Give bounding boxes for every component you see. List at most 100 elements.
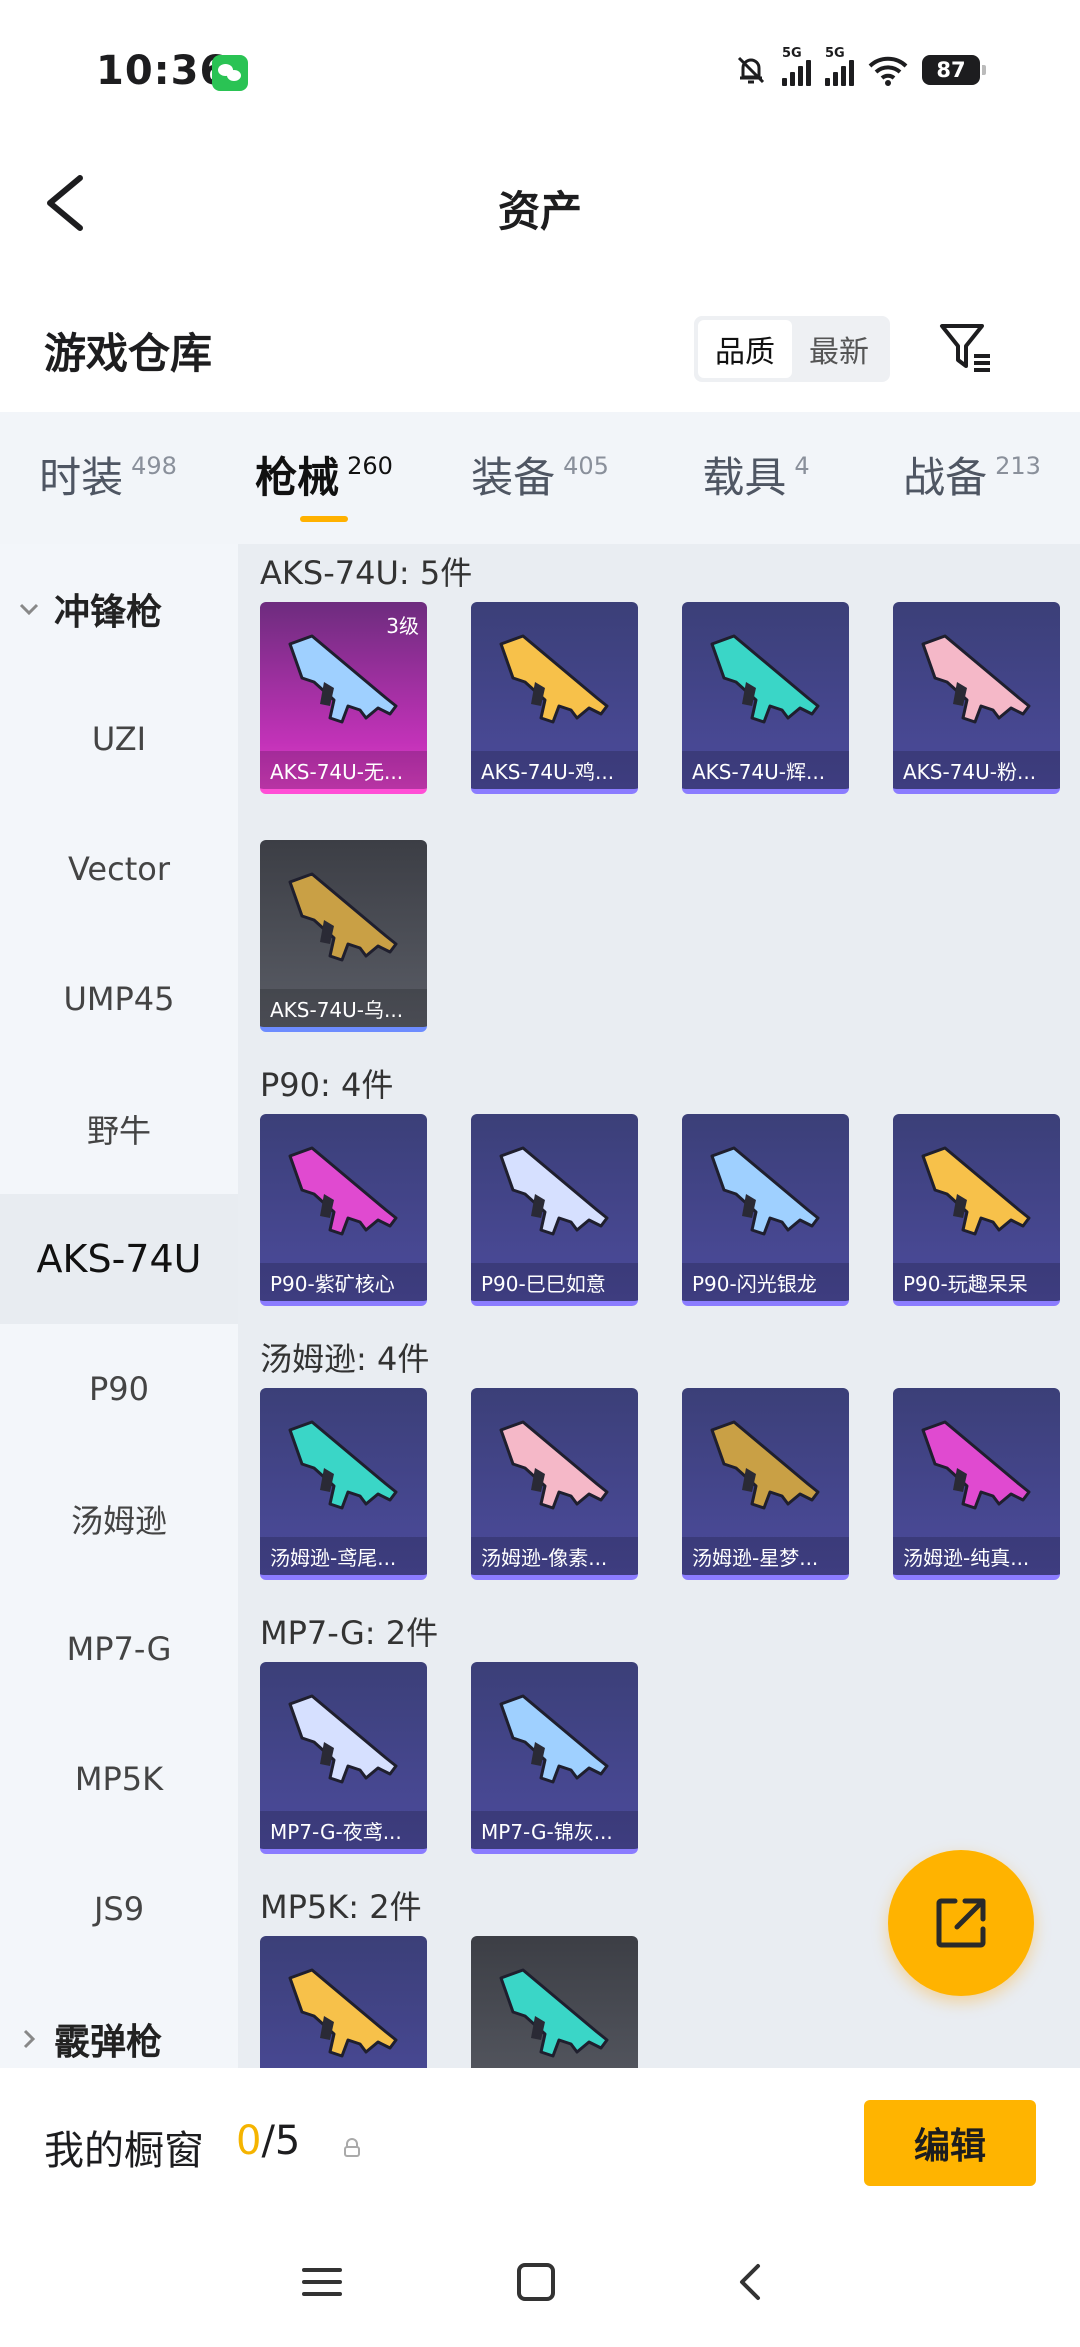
weapon-group-title: 汤姆逊: 4件	[260, 1340, 430, 1378]
showcase-bar: 我的橱窗 0/5 编辑	[0, 2068, 1080, 2218]
tab-label: 载具	[702, 452, 787, 502]
weapon-skin-image	[499, 1420, 609, 1510]
category-tabs: 时装 498 枪械 260 装备 405 载具 4 战备 213	[0, 412, 1080, 544]
weapon-name: AKS-74U-无...	[270, 759, 404, 784]
weapon-card[interactable]: 3级 AKS-74U-无...	[260, 602, 427, 794]
weapon-card[interactable]: 汤姆逊-纯真...	[893, 1388, 1060, 1580]
sidebar-item-p90[interactable]: P90	[0, 1324, 238, 1454]
weapon-card[interactable]: AKS-74U-鸡...	[471, 602, 638, 794]
category-shotgun[interactable]: 霰弹枪	[0, 1974, 238, 2068]
sidebar-item-mp5k[interactable]: MP5K	[0, 1714, 238, 1844]
weapon-card[interactable]: AKS-74U-辉...	[682, 602, 849, 794]
battery-indicator: 87	[922, 55, 986, 85]
weapon-name: AKS-74U-粉...	[903, 759, 1037, 784]
sort-latest-option[interactable]: 最新	[792, 320, 886, 378]
weapon-name: AKS-74U-辉...	[692, 759, 826, 784]
category-smg[interactable]: 冲锋枪	[0, 544, 238, 674]
weapon-name-bar: AKS-74U-粉...	[893, 751, 1060, 789]
system-nav-bar	[0, 2218, 1080, 2347]
weapon-name: MP7-G-夜鸢...	[270, 1819, 402, 1844]
weapon-card[interactable]: P90-巳巳如意	[471, 1114, 638, 1306]
weapon-card[interactable]	[260, 1936, 427, 2068]
weapon-card[interactable]: 汤姆逊-鸢尾...	[260, 1388, 427, 1580]
weapon-skin-image	[288, 872, 398, 962]
weapon-card[interactable]	[471, 1936, 638, 2068]
weapon-name-bar: MP7-G-锦灰...	[471, 1811, 638, 1849]
sidebar-item-js9[interactable]: JS9	[0, 1844, 238, 1974]
tab-vehicles[interactable]: 载具 4	[648, 412, 864, 544]
signal-icon: 5G	[782, 46, 811, 86]
weapon-name-bar: P90-巳巳如意	[471, 1263, 638, 1301]
showcase-title: 我的橱窗	[44, 2128, 204, 2174]
tab-label: 枪械	[255, 452, 340, 502]
weapon-group-grid: 3级 AKS-74U-无... AKS-74U-鸡... AKS-74U-辉... AK…	[238, 602, 1080, 1032]
tab-count: 498	[131, 452, 177, 480]
weapon-skin-image	[710, 1420, 820, 1510]
weapon-card[interactable]: AKS-74U-乌...	[260, 840, 427, 1032]
weapon-skin-image	[288, 1694, 398, 1784]
weapon-name-bar: 汤姆逊-纯真...	[893, 1537, 1060, 1575]
weapon-card[interactable]: P90-闪光银龙	[682, 1114, 849, 1306]
weapon-name-bar: AKS-74U-乌...	[260, 989, 427, 1027]
weapon-card[interactable]: MP7-G-夜鸢...	[260, 1662, 427, 1854]
weapon-skin-image	[921, 1420, 1031, 1510]
sidebar-item-uzi[interactable]: UZI	[0, 674, 238, 804]
back-triangle-icon[interactable]	[728, 2258, 776, 2306]
status-bar: 10:36 5G 5G 87	[0, 0, 1080, 130]
weapon-card[interactable]: P90-紫矿核心	[260, 1114, 427, 1306]
weapon-name-bar: P90-闪光银龙	[682, 1263, 849, 1301]
weapon-card[interactable]: P90-玩趣呆呆	[893, 1114, 1060, 1306]
weapon-name: P90-玩趣呆呆	[903, 1271, 1028, 1296]
sidebar-item-vector[interactable]: Vector	[0, 804, 238, 934]
weapon-name-bar: MP7-G-夜鸢...	[260, 1811, 427, 1849]
tab-guns[interactable]: 枪械 260	[216, 412, 432, 544]
sidebar-item-thompson[interactable]: 汤姆逊	[0, 1454, 238, 1584]
weapon-card[interactable]: MP7-G-锦灰...	[471, 1662, 638, 1854]
weapon-skin-image	[499, 1968, 609, 2058]
weapon-name: P90-闪光银龙	[692, 1271, 817, 1296]
weapon-card[interactable]: AKS-74U-粉...	[893, 602, 1060, 794]
home-square-icon[interactable]	[512, 2258, 560, 2306]
sidebar-item-aks74u[interactable]: AKS-74U	[0, 1194, 238, 1324]
sort-toggle: 品质 最新	[694, 316, 890, 382]
weapon-skin-image	[288, 1146, 398, 1236]
weapon-grid: AKS-74U: 5件 3级 AKS-74U-无... AKS-74U-鸡... AKS…	[238, 544, 1080, 2068]
category-label: 霰弹枪	[54, 2022, 163, 2063]
muted-bell-icon	[737, 56, 765, 84]
network-tag: 5G	[782, 46, 802, 61]
weapon-skin-image	[921, 634, 1031, 724]
sort-quality-option[interactable]: 品质	[698, 320, 792, 378]
tab-fashion[interactable]: 时装 498	[0, 412, 216, 544]
weapon-skin-image	[288, 1968, 398, 2058]
tab-label: 时装	[39, 452, 124, 502]
sidebar-item-ump45[interactable]: UMP45	[0, 934, 238, 1064]
weapon-card[interactable]: 汤姆逊-星梦...	[682, 1388, 849, 1580]
wechat-notification-icon	[212, 55, 248, 91]
weapon-skin-image	[499, 634, 609, 724]
weapon-name: P90-紫矿核心	[270, 1271, 395, 1296]
tab-equipment[interactable]: 装备 405	[432, 412, 648, 544]
edit-button[interactable]: 编辑	[864, 2100, 1036, 2186]
weapon-group-grid: 汤姆逊-鸢尾... 汤姆逊-像素... 汤姆逊-星梦... 汤姆逊-纯真...	[238, 1388, 1080, 1580]
showcase-total: /5	[261, 2118, 301, 2164]
category-label: 冲锋枪	[54, 592, 163, 633]
tab-count: 260	[347, 452, 393, 480]
weapon-name: AKS-74U-乌...	[270, 997, 404, 1022]
weapon-name: P90-巳巳如意	[481, 1271, 606, 1296]
tab-supplies[interactable]: 战备 213	[864, 412, 1080, 544]
tab-count: 213	[995, 452, 1041, 480]
share-external-icon	[936, 1898, 986, 1948]
share-button[interactable]	[888, 1850, 1034, 1996]
weapon-name-bar: AKS-74U-辉...	[682, 751, 849, 789]
weapon-name: 汤姆逊-纯真...	[903, 1545, 1030, 1570]
weapon-name: MP7-G-锦灰...	[481, 1819, 613, 1844]
warehouse-title: 游戏仓库	[44, 329, 213, 378]
sidebar-item-bizon[interactable]: 野牛	[0, 1064, 238, 1194]
weapon-name-bar: P90-玩趣呆呆	[893, 1263, 1060, 1301]
sidebar-item-mp7g[interactable]: MP7-G	[0, 1584, 238, 1714]
weapon-skin-image	[710, 634, 820, 724]
weapon-name: 汤姆逊-星梦...	[692, 1545, 819, 1570]
weapon-card[interactable]: 汤姆逊-像素...	[471, 1388, 638, 1580]
filter-icon[interactable]	[936, 318, 996, 378]
menu-icon[interactable]	[298, 2258, 346, 2306]
